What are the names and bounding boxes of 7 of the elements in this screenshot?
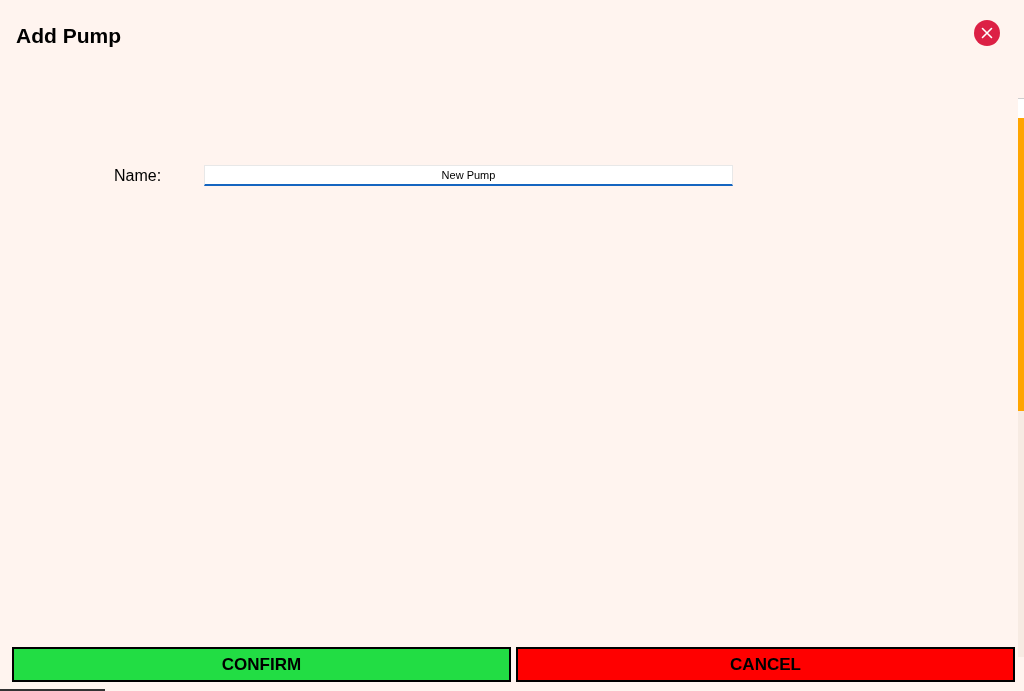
cancel-button[interactable]: CANCEL [516, 647, 1015, 682]
confirm-button[interactable]: CONFIRM [12, 647, 511, 682]
scroll-bar[interactable] [1018, 98, 1024, 657]
dialog-title: Add Pump [16, 23, 121, 49]
input-field[interactable]: New Pump [204, 165, 733, 186]
field-label: Name: [114, 165, 163, 186]
close-icon[interactable] [974, 20, 1000, 46]
